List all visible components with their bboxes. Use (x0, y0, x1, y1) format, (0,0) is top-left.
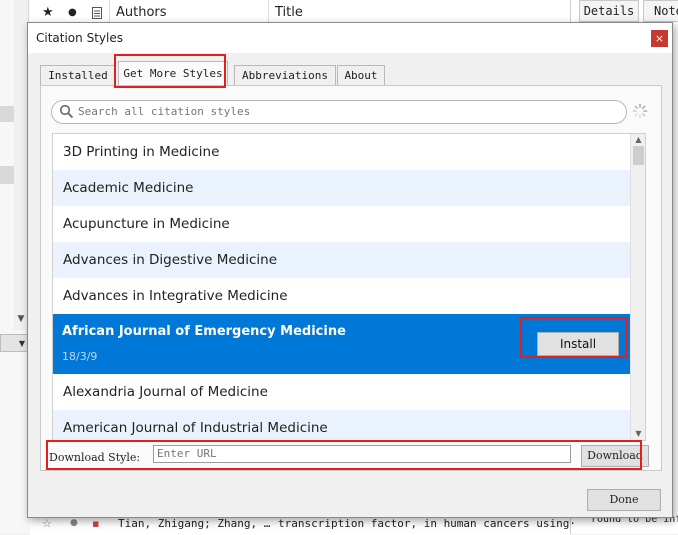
read-status-column-icon[interactable]: ● (68, 0, 77, 24)
search-icon (59, 104, 74, 119)
loading-spinner-icon (632, 103, 648, 119)
close-icon[interactable]: × (651, 30, 668, 47)
background-row-stripe (0, 166, 14, 184)
styles-list[interactable]: 3D Printing in Medicine Academic Medicin… (52, 133, 646, 441)
done-button[interactable]: Done (587, 489, 661, 511)
install-button[interactable]: Install (537, 332, 619, 356)
list-item[interactable]: American Journal of Industrial Medicine (53, 410, 630, 440)
search-input[interactable] (78, 103, 618, 119)
list-item[interactable]: Alexandria Journal of Medicine (53, 374, 630, 410)
download-style-label: Download Style: (49, 451, 141, 464)
read-status-icon: ● (70, 518, 78, 528)
background-dropdown[interactable]: ▼ (0, 334, 28, 352)
download-button[interactable]: Download (581, 445, 649, 467)
list-item[interactable]: Advances in Digestive Medicine (53, 242, 630, 278)
star-column-icon[interactable]: ★ (42, 0, 54, 24)
authors-column-header[interactable]: Authors (116, 0, 167, 24)
background-row-stripe (0, 106, 14, 122)
scroll-down-icon[interactable]: ▼ (631, 428, 645, 440)
background-left-pane: ▼ ▼ (0, 0, 30, 534)
download-style-row: Download Style: Download (49, 445, 653, 469)
list-scrollbar[interactable]: ▲ ▼ (630, 134, 645, 440)
dialog-title: Citation Styles (36, 31, 123, 45)
item-authors: Tian, Zhigang; Zhang, … (118, 517, 271, 530)
tab-about[interactable]: About (337, 65, 385, 86)
pdf-icon[interactable]: ▪ (92, 517, 99, 530)
scrollbar-thumb[interactable] (633, 146, 644, 165)
tab-get-more-styles[interactable]: Get More Styles (118, 61, 228, 86)
get-more-styles-panel: 3D Printing in Medicine Academic Medicin… (40, 85, 662, 471)
details-tab[interactable]: Details (579, 0, 639, 22)
selected-list-item[interactable]: African Journal of Emergency Medicine 18… (53, 314, 630, 374)
selected-style-name: African Journal of Emergency Medicine (62, 324, 346, 339)
download-url-input[interactable] (153, 445, 571, 463)
tab-abbreviations[interactable]: Abbreviations (234, 65, 336, 86)
scroll-up-icon[interactable]: ▲ (631, 134, 645, 146)
list-item[interactable]: 3D Printing in Medicine (53, 134, 630, 170)
item-title: transcription factor, in human cancers u… (278, 517, 577, 530)
tab-installed[interactable]: Installed (40, 65, 116, 86)
list-item[interactable]: Advances in Integrative Medicine (53, 278, 630, 314)
scroll-down-icon[interactable]: ▼ (14, 312, 28, 326)
list-item[interactable]: Academic Medicine (53, 170, 630, 206)
attachment-column-icon[interactable] (92, 0, 102, 24)
dialog-titlebar[interactable]: Citation Styles × (28, 23, 672, 53)
citation-styles-dialog: Citation Styles × Installed Get More Sty… (27, 22, 673, 518)
search-box[interactable] (51, 100, 627, 124)
title-column-header[interactable]: Title (275, 0, 303, 24)
star-icon[interactable]: ☆ (42, 517, 52, 530)
list-item[interactable]: Acupuncture in Medicine (53, 206, 630, 242)
selected-style-date: 18/3/9 (62, 350, 98, 363)
notes-tab[interactable]: Note (643, 0, 678, 22)
